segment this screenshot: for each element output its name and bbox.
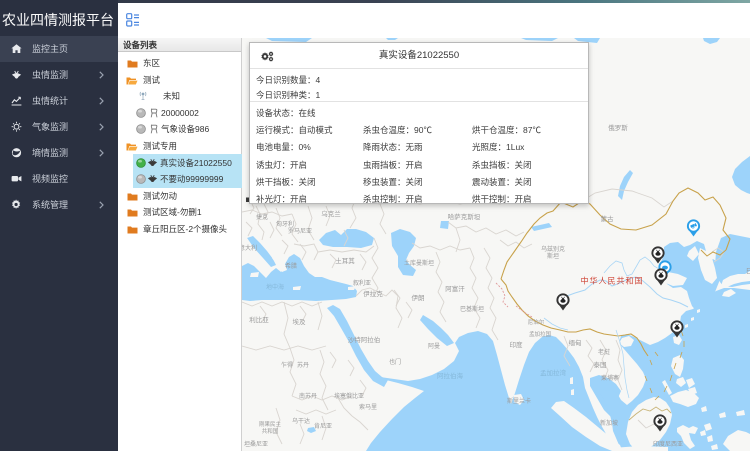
- svg-text:老挝: 老挝: [598, 348, 610, 356]
- svg-text:缅甸: 缅甸: [569, 338, 582, 347]
- svg-text:肯尼亚: 肯尼亚: [314, 422, 332, 430]
- svg-text:新加坡: 新加坡: [600, 419, 618, 427]
- svg-text:乌兹别克: 乌兹别克: [541, 245, 565, 253]
- svg-text:阿曼: 阿曼: [428, 342, 440, 350]
- svg-text:坦桑尼亚: 坦桑尼亚: [244, 440, 268, 448]
- svg-text:伊拉克: 伊拉克: [363, 289, 383, 298]
- svg-text:沙特阿拉伯: 沙特阿拉伯: [348, 335, 381, 344]
- svg-text:捷克: 捷克: [256, 213, 268, 221]
- svg-text:阿拉伯海: 阿拉伯海: [437, 371, 464, 380]
- svg-text:孟加拉国: 孟加拉国: [529, 330, 552, 338]
- svg-text:也门: 也门: [389, 358, 401, 366]
- svg-text:利比亚: 利比亚: [249, 315, 269, 324]
- svg-text:孟加拉湾: 孟加拉湾: [540, 368, 567, 377]
- svg-text:斯坦: 斯坦: [547, 252, 559, 260]
- svg-text:阿富汗: 阿富汗: [445, 284, 465, 293]
- svg-text:斯里兰卡: 斯里兰卡: [507, 397, 531, 405]
- svg-text:苏丹: 苏丹: [297, 361, 309, 369]
- svg-text:希腊: 希腊: [285, 262, 297, 270]
- svg-text:索马里: 索马里: [359, 403, 377, 411]
- svg-text:蒙古: 蒙古: [601, 214, 615, 223]
- svg-text:尼泊尔: 尼泊尔: [528, 318, 545, 326]
- svg-text:土耳其: 土耳其: [335, 256, 355, 265]
- svg-text:意大利: 意大利: [242, 244, 257, 252]
- svg-text:柬埔寨: 柬埔寨: [601, 374, 619, 382]
- svg-text:乌干达: 乌干达: [292, 417, 310, 425]
- svg-text:哈萨克斯坦: 哈萨克斯坦: [448, 212, 481, 221]
- svg-text:中华人民共和国: 中华人民共和国: [581, 276, 644, 286]
- svg-text:叙利亚: 叙利亚: [353, 279, 371, 287]
- svg-text:罗马尼亚: 罗马尼亚: [288, 227, 312, 235]
- svg-text:乌克兰: 乌克兰: [321, 209, 341, 218]
- svg-text:匈牙利: 匈牙利: [276, 220, 294, 228]
- svg-text:日: 日: [746, 267, 750, 275]
- svg-text:共和国: 共和国: [262, 427, 279, 435]
- svg-text:土库曼斯坦: 土库曼斯坦: [404, 259, 434, 267]
- svg-text:俄罗斯: 俄罗斯: [608, 123, 628, 132]
- svg-text:巴基斯坦: 巴基斯坦: [460, 305, 484, 313]
- svg-text:印度: 印度: [510, 340, 524, 349]
- svg-text:印度尼西亚: 印度尼西亚: [653, 440, 683, 448]
- svg-text:地中海: 地中海: [266, 283, 284, 291]
- svg-text:南苏丹: 南苏丹: [299, 392, 317, 400]
- svg-text:埃塞俄比亚: 埃塞俄比亚: [334, 392, 364, 400]
- svg-text:乍得: 乍得: [281, 361, 293, 369]
- svg-text:埃及: 埃及: [293, 317, 307, 326]
- svg-text:伊朗: 伊朗: [412, 293, 425, 302]
- svg-text:泰国: 泰国: [594, 360, 607, 369]
- svg-text:刚果民主: 刚果民主: [259, 420, 282, 428]
